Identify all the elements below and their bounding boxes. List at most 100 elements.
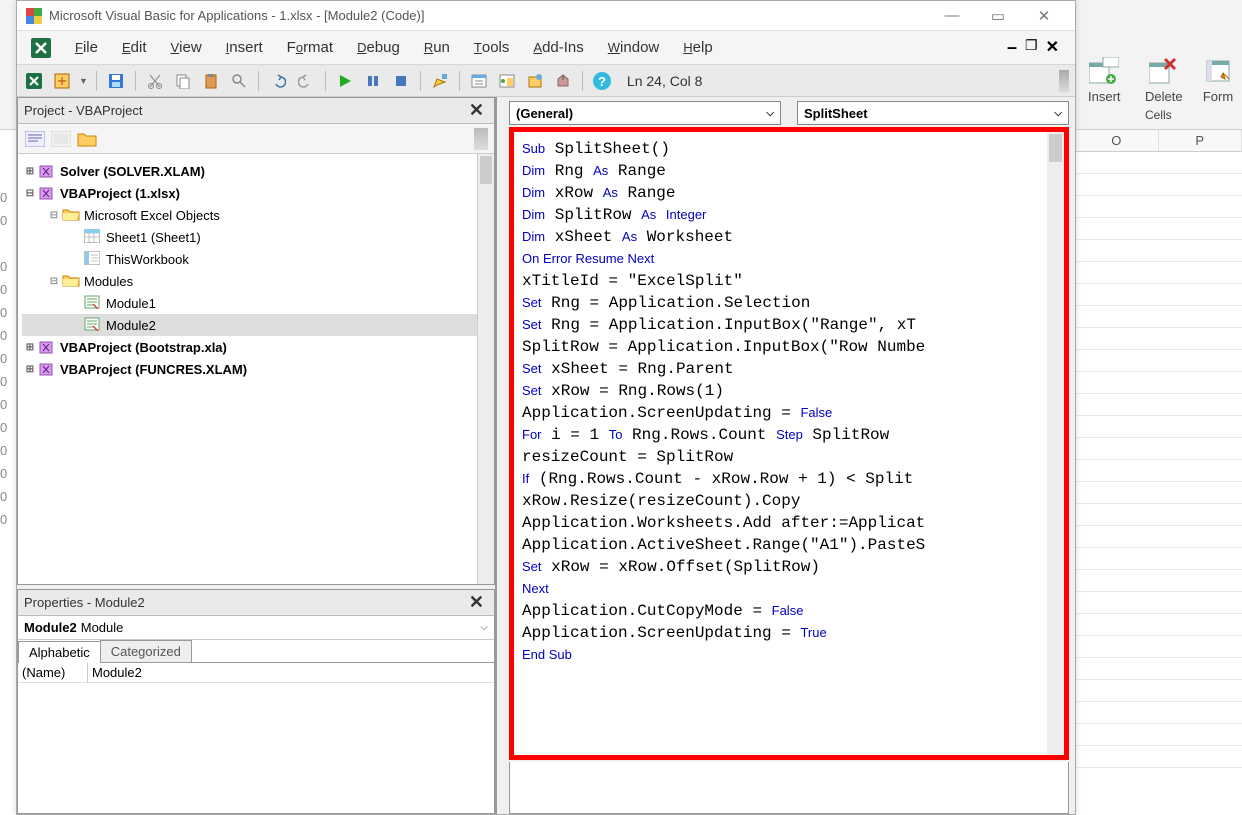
project-explorer-button[interactable] [468, 70, 490, 92]
cut-button[interactable] [144, 70, 166, 92]
tree-module1[interactable]: Module1 [22, 292, 494, 314]
column-header-P[interactable]: P [1159, 130, 1242, 151]
redo-button[interactable] [295, 70, 317, 92]
module-icon [84, 295, 102, 311]
view-excel-button[interactable] [23, 70, 45, 92]
project-tree[interactable]: ⊞ Solver (SOLVER.XLAM) ⊟ VBAProject (1.x… [18, 154, 494, 584]
menu-insert[interactable]: Insert [214, 35, 275, 60]
undo-button[interactable] [267, 70, 289, 92]
mdi-restore-icon[interactable]: ❐ [1025, 37, 1038, 58]
tree-funcres[interactable]: ⊞ VBAProject (FUNCRES.XLAM) [22, 358, 494, 380]
properties-object-selector[interactable]: Module2 Module ⌵ [18, 616, 494, 640]
tree-vbaproject[interactable]: ⊟ VBAProject (1.xlsx) [22, 182, 494, 204]
property-value[interactable]: Module2 [88, 663, 494, 682]
properties-tab-alphabetic[interactable]: Alphabetic [18, 641, 101, 663]
minimize-button[interactable]: — [929, 1, 975, 31]
menu-format[interactable]: Format [275, 35, 345, 60]
maximize-button[interactable]: ▭ [975, 1, 1021, 31]
spreadsheet-grid[interactable]: O P [1075, 130, 1242, 815]
menu-file[interactable]: File [63, 35, 110, 60]
vba-project-icon [38, 185, 56, 201]
code-scrollbar[interactable] [1047, 132, 1064, 755]
code-procedure-dropdown[interactable]: SplitSheet ⌵ [797, 101, 1069, 125]
menu-run[interactable]: Run [412, 35, 462, 60]
tree-module2[interactable]: Module2 [22, 314, 494, 336]
excel-icon[interactable] [29, 36, 53, 60]
view-code-button[interactable] [24, 128, 46, 150]
window-title: Microsoft Visual Basic for Applications … [49, 8, 929, 23]
project-explorer-toolbar [18, 124, 494, 154]
save-button[interactable] [105, 70, 127, 92]
menu-edit[interactable]: Edit [110, 35, 159, 60]
ribbon-delete[interactable]: Delete [1145, 55, 1183, 104]
folder-open-icon [62, 273, 80, 289]
tree-thisworkbook[interactable]: ThisWorkbook [22, 248, 494, 270]
menu-view[interactable]: View [158, 35, 213, 60]
code-object-dropdown[interactable]: (General) ⌵ [509, 101, 781, 125]
mdi-close-icon[interactable]: ✕ [1046, 37, 1059, 58]
module-icon [84, 317, 102, 333]
properties-panel: Properties - Module2 ✕ Module2 Module ⌵ … [17, 589, 495, 814]
design-mode-button[interactable] [429, 70, 451, 92]
project-explorer-title[interactable]: Project - VBAProject ✕ [18, 98, 494, 124]
break-button[interactable] [362, 70, 384, 92]
properties-panel-title[interactable]: Properties - Module2 ✕ [18, 590, 494, 616]
close-button[interactable]: ✕ [1021, 1, 1067, 31]
vba-editor-window: Microsoft Visual Basic for Applications … [16, 0, 1076, 815]
toolbar-grip [1059, 70, 1069, 92]
delete-cells-icon [1148, 55, 1180, 87]
reset-button[interactable] [390, 70, 412, 92]
ribbon-format-label: Form [1203, 89, 1233, 104]
workbook-icon [84, 251, 102, 267]
properties-window-button[interactable] [496, 70, 518, 92]
property-name: (Name) [18, 663, 88, 682]
mdi-minimize-icon[interactable]: – [1007, 37, 1017, 58]
tree-sheet1[interactable]: Sheet1 (Sheet1) [22, 226, 494, 248]
object-browser-button[interactable] [524, 70, 546, 92]
svg-text:?: ? [598, 74, 606, 89]
copy-button[interactable] [172, 70, 194, 92]
project-explorer-title-text: Project - VBAProject [24, 103, 143, 118]
column-header-O[interactable]: O [1075, 130, 1159, 151]
run-button[interactable] [334, 70, 356, 92]
tree-excel-objects-folder[interactable]: ⊟ Microsoft Excel Objects [22, 204, 494, 226]
tree-bootstrap[interactable]: ⊞ VBAProject (Bootstrap.xla) [22, 336, 494, 358]
dropdown-arrow-icon: ⌵ [1054, 108, 1062, 119]
view-object-button[interactable] [50, 128, 72, 150]
ribbon-cells-group-label: Cells [1145, 108, 1172, 122]
project-tree-scrollbar[interactable] [477, 154, 494, 584]
menu-tools[interactable]: Tools [462, 35, 521, 60]
tree-solver[interactable]: ⊞ Solver (SOLVER.XLAM) [22, 160, 494, 182]
properties-tab-categorized[interactable]: Categorized [100, 640, 192, 662]
code-procedure-dropdown-value: SplitSheet [804, 106, 868, 121]
menu-addins[interactable]: Add-Ins [521, 35, 595, 60]
toolbox-button[interactable] [552, 70, 574, 92]
code-editor-below-area[interactable] [509, 762, 1069, 814]
find-button[interactable] [228, 70, 250, 92]
ribbon-format[interactable]: Form [1202, 55, 1234, 104]
code-object-dropdown-value: (General) [516, 106, 573, 121]
vba-project-icon [38, 339, 56, 355]
paste-button[interactable] [200, 70, 222, 92]
properties-object-type: Module [81, 620, 124, 635]
menu-debug[interactable]: Debug [345, 35, 412, 60]
code-editor[interactable]: Sub SplitSheet() Dim Rng As Range Dim xR… [509, 127, 1069, 760]
ribbon-insert[interactable]: Insert [1088, 55, 1121, 104]
vba-project-icon [38, 361, 56, 377]
ribbon-delete-label: Delete [1145, 89, 1183, 104]
tree-modules-folder[interactable]: ⊟ Modules [22, 270, 494, 292]
toggle-folders-button[interactable] [76, 128, 98, 150]
properties-grid[interactable]: (Name) Module2 [18, 663, 494, 813]
insert-module-button[interactable] [51, 70, 73, 92]
format-cells-icon [1202, 55, 1234, 87]
project-explorer-panel: Project - VBAProject ✕ ⊞ Solver (SOLVER.… [17, 97, 495, 585]
menu-window[interactable]: Window [596, 35, 671, 60]
titlebar[interactable]: Microsoft Visual Basic for Applications … [17, 1, 1075, 31]
dropdown-arrow-icon: ⌵ [766, 108, 774, 119]
help-button[interactable]: ? [591, 70, 613, 92]
project-explorer-close-icon[interactable]: ✕ [465, 100, 488, 121]
properties-close-icon[interactable]: ✕ [465, 592, 488, 613]
worksheet-icon [84, 229, 102, 245]
insert-cells-icon [1088, 55, 1120, 87]
menu-help[interactable]: Help [671, 35, 724, 60]
